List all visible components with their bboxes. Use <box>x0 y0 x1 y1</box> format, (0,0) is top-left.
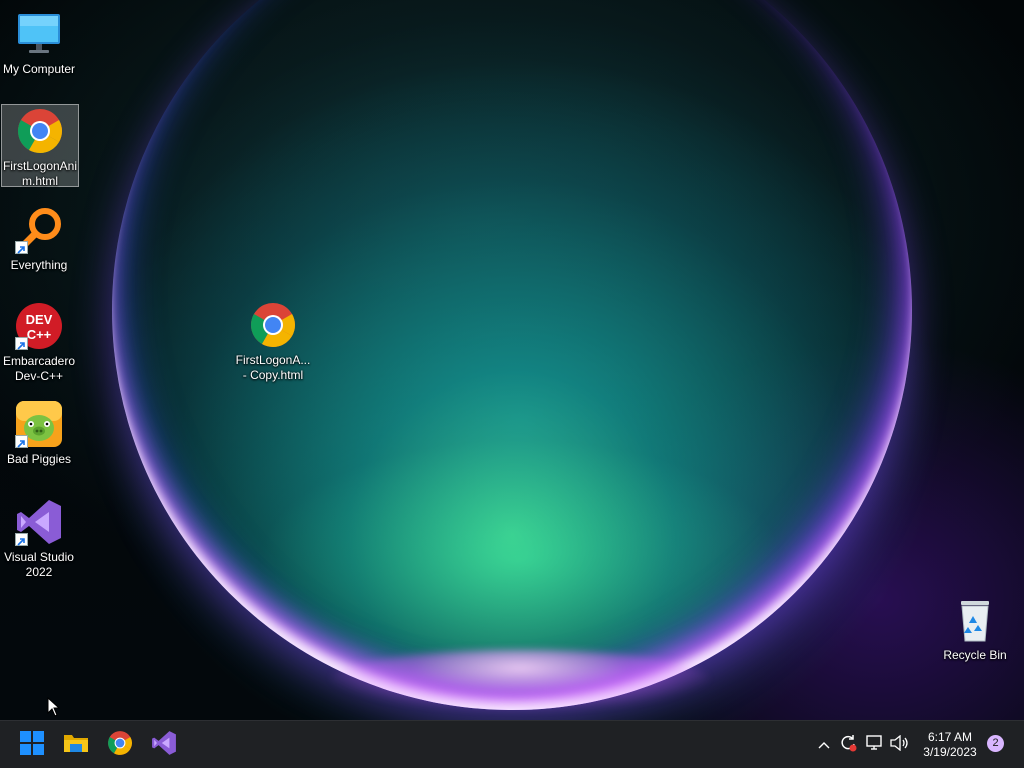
svg-text:DEV: DEV <box>26 312 53 327</box>
desktop-icon-label: Recycle Bin <box>943 648 1007 662</box>
desktop-icon-my-computer[interactable]: My Computer <box>0 8 78 77</box>
devcpp-icon: DEV C++ <box>15 302 63 350</box>
chrome-icon <box>16 107 64 155</box>
recycle-bin-icon <box>951 596 999 644</box>
chrome-icon <box>107 730 133 761</box>
chevron-up-icon <box>818 736 830 754</box>
visual-studio-icon <box>15 498 63 546</box>
desktop-icon-everything[interactable]: Everything <box>0 204 78 273</box>
taskbar-clock[interactable]: 6:17 AM 3/19/2023 <box>916 730 984 760</box>
volume-icon <box>890 734 910 756</box>
desktop[interactable]: My Computer FirstLogonAnim.html Everythi… <box>0 0 1024 720</box>
taskbar-file-explorer[interactable] <box>58 727 94 763</box>
desktop-icon-label: Everything <box>10 258 68 272</box>
tray-network-button[interactable] <box>864 721 886 769</box>
desktop-icon-firstlogonanim-copy[interactable]: FirstLogonA... - Copy.html <box>234 299 312 383</box>
mouse-cursor-icon <box>47 696 61 720</box>
tray-sync-button[interactable] <box>838 721 858 769</box>
taskbar-visual-studio[interactable] <box>146 727 182 763</box>
desktop-icon-recycle-bin[interactable]: Recycle Bin <box>936 594 1014 663</box>
desktop-icon-visual-studio[interactable]: Visual Studio 2022 <box>0 496 78 580</box>
clock-time: 6:17 AM <box>927 730 973 744</box>
shortcut-arrow-icon <box>15 435 28 448</box>
desktop-icon-firstlogonanim[interactable]: FirstLogonAnim.html <box>1 104 79 188</box>
notification-badge[interactable]: 2 <box>987 735 1004 752</box>
tray-volume-button[interactable] <box>888 721 912 769</box>
shortcut-arrow-icon <box>15 533 28 546</box>
windows-start-icon <box>20 730 44 760</box>
clock-date: 3/19/2023 <box>923 745 977 759</box>
desktop-icon-devcpp[interactable]: DEV C++ Embarcadero Dev-C++ <box>0 300 78 384</box>
desktop-icon-label: My Computer <box>2 62 76 76</box>
sync-icon <box>839 734 857 757</box>
shortcut-arrow-icon <box>15 337 28 350</box>
taskbar-chrome[interactable] <box>102 727 138 763</box>
desktop-icon-label: Visual Studio 2022 <box>4 550 74 579</box>
chrome-icon <box>249 301 297 349</box>
show-hidden-icons-button[interactable] <box>814 721 834 769</box>
network-icon <box>866 734 884 756</box>
bad-piggies-icon <box>15 400 63 448</box>
desktop-icon-label: Bad Piggies <box>6 452 72 466</box>
svg-text:C++: C++ <box>27 327 52 342</box>
desktop-icon-label: FirstLogonAnim.html <box>2 159 78 188</box>
wallpaper-glow <box>330 650 710 710</box>
computer-icon <box>15 10 63 58</box>
everything-search-icon <box>15 206 63 254</box>
taskbar[interactable]: 6:17 AM 3/19/2023 <box>0 720 1024 768</box>
desktop-icon-label: Embarcadero Dev-C++ <box>2 354 76 383</box>
desktop-icon-label: FirstLogonA... - Copy.html <box>235 353 311 382</box>
shortcut-arrow-icon <box>15 241 28 254</box>
start-button[interactable] <box>14 727 50 763</box>
folder-icon <box>63 732 89 759</box>
desktop-icon-bad-piggies[interactable]: Bad Piggies <box>0 398 78 467</box>
visual-studio-icon <box>151 730 177 761</box>
